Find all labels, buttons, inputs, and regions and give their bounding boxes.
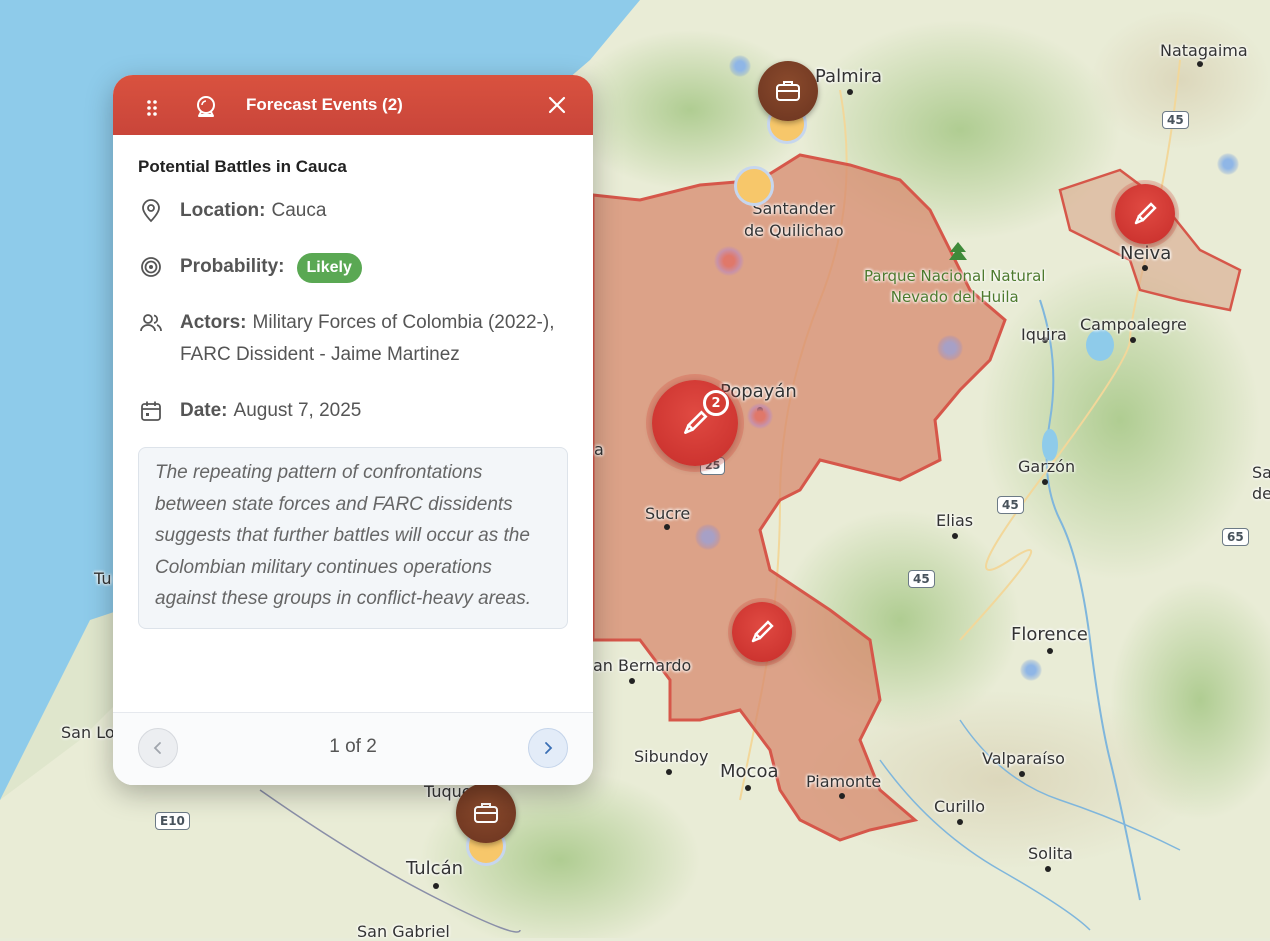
- location-label: Location:: [180, 200, 266, 221]
- actors-label: Actors:: [180, 312, 247, 333]
- place-neiva: Neiva: [1120, 243, 1172, 264]
- date-row: Date: August 7, 2025: [138, 395, 568, 427]
- forecast-icon: [197, 96, 215, 117]
- place-campoalegre: Campoalegre: [1080, 315, 1187, 334]
- route-shield: 45: [997, 496, 1024, 514]
- probability-row: Probability: Likely: [138, 251, 568, 283]
- sword-icon: [751, 620, 774, 643]
- sword-icon: [684, 410, 708, 434]
- place-florence: Florence: [1011, 624, 1088, 645]
- briefcase-icon: [776, 81, 800, 101]
- event-dot[interactable]: [1020, 659, 1042, 681]
- place-sucre: Sucre: [645, 504, 691, 523]
- forecast-events-panel: Forecast Events (2) Potential Battles in…: [113, 75, 593, 785]
- place-tu: Tu: [94, 569, 112, 588]
- people-icon: [140, 314, 162, 332]
- place-sa: Sa de: [1252, 463, 1270, 503]
- next-button[interactable]: [528, 728, 568, 768]
- place-san-bernardo: an Bernardo: [593, 656, 692, 675]
- place-palmira: Palmira: [815, 66, 883, 87]
- place-san-lorenzo: San Lo: [61, 723, 115, 742]
- place-tulcan: Tulcán: [406, 858, 464, 879]
- chevron-right-icon: [545, 742, 553, 754]
- probability-badge: Likely: [296, 253, 362, 283]
- sword-icon: [1134, 202, 1157, 225]
- event-dot[interactable]: [734, 166, 774, 206]
- place-mocoa: Mocoa: [720, 761, 779, 782]
- panel-body: Potential Battles in Cauca Location: Cauc…: [113, 135, 593, 629]
- briefcase-marker[interactable]: [758, 61, 818, 121]
- location-row: Location: Cauca: [138, 195, 568, 227]
- event-title: Potential Battles in Cauca: [138, 157, 347, 176]
- place-a: a: [594, 440, 604, 459]
- place-san-gabriel: San Gabriel: [357, 922, 450, 941]
- panel-footer: 1 of 2: [113, 712, 593, 785]
- event-summary: The repeating pattern of confrontations …: [138, 447, 568, 629]
- location-value: Cauca: [271, 200, 327, 221]
- place-sibundoy: Sibundoy: [634, 747, 709, 766]
- drag-handle-icon[interactable]: [146, 99, 158, 117]
- location-pin-icon: [142, 199, 160, 223]
- event-dot[interactable]: [714, 246, 744, 276]
- date-value: August 7, 2025: [233, 400, 362, 421]
- calendar-icon: [141, 401, 161, 421]
- place-valparaiso: Valparaíso: [982, 749, 1065, 768]
- route-shield: 45: [908, 570, 935, 588]
- battle-marker[interactable]: [732, 602, 792, 662]
- cluster-count-badge: 2: [703, 390, 729, 416]
- panel-title: Forecast Events (2): [246, 95, 403, 114]
- pagination-indicator: 1 of 2: [329, 736, 377, 757]
- panel-header: Forecast Events (2): [113, 75, 593, 135]
- target-icon: [141, 257, 161, 277]
- place-park: Parque Nacional Natural Nevado del Huila: [864, 267, 1046, 306]
- place-garzon: Garzón: [1018, 457, 1076, 476]
- place-popayan: Popayán: [720, 381, 797, 402]
- event-dot[interactable]: [695, 524, 721, 550]
- event-dot[interactable]: [747, 403, 773, 429]
- place-curillo: Curillo: [934, 797, 986, 816]
- route-shield: E10: [155, 812, 190, 830]
- place-iquira: Iquira: [1021, 325, 1067, 344]
- briefcase-icon: [474, 803, 498, 823]
- event-dot[interactable]: [1217, 153, 1239, 175]
- route-shield: 45: [1162, 111, 1189, 129]
- place-solita: Solita: [1028, 844, 1073, 863]
- date-label: Date:: [180, 400, 228, 421]
- route-shield: 65: [1222, 528, 1249, 546]
- place-elias: Elias: [936, 511, 974, 530]
- place-piamonte: Piamonte: [806, 772, 882, 791]
- place-natagaima: Natagaima: [1160, 41, 1248, 60]
- close-icon[interactable]: [545, 93, 569, 117]
- battle-marker[interactable]: [1115, 184, 1175, 244]
- probability-label: Probability:: [180, 256, 285, 277]
- briefcase-marker[interactable]: [456, 783, 516, 843]
- event-dot[interactable]: [937, 335, 963, 361]
- event-dot[interactable]: [729, 55, 751, 77]
- actors-row: Actors: Military Forces of Colombia (2022…: [138, 307, 568, 371]
